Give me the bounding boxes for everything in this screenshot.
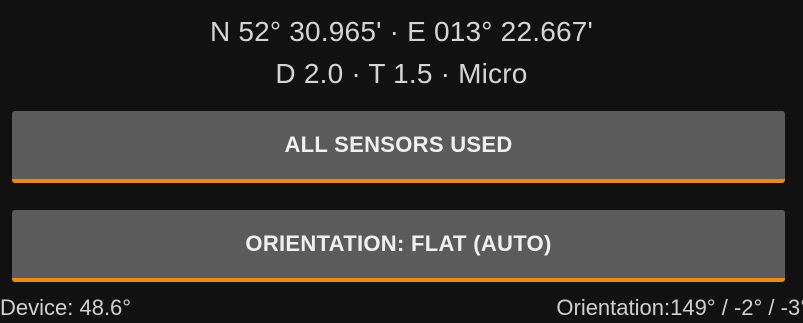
device-heading: Device: 48.6° — [0, 295, 132, 320]
cache-coordinates: N 52° 30.965' · E 013° 22.667' — [209, 16, 594, 47]
sensors-button[interactable]: ALL SENSORS USED — [12, 111, 785, 183]
orientation-readout: Orientation:149° / -2° / -3° — [556, 295, 803, 320]
orientation-button[interactable]: ORIENTATION: FLAT (AUTO) — [12, 210, 785, 282]
cache-details: D 2.0 · T 1.5 · Micro — [275, 58, 528, 89]
